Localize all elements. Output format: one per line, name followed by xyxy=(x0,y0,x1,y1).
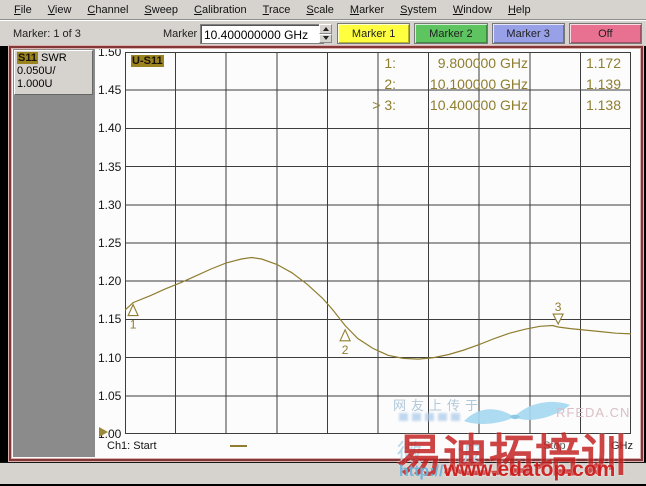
trace-format: SWR xyxy=(41,52,67,64)
y-tick-label: 1.30 xyxy=(98,197,122,212)
menu-item-trace[interactable]: Trace xyxy=(255,2,299,18)
menu-item-window[interactable]: Window xyxy=(445,2,500,18)
y-tick-label: 1.05 xyxy=(98,388,122,403)
marker-frequency-stepper xyxy=(319,24,332,43)
marker-readout-table: 1: 9.800000 GHz 1.172 2: 10.100000 GHz 1.139 >… xyxy=(358,55,621,118)
trace-param-chip: S11 xyxy=(17,52,38,64)
readout-value: 1.138 xyxy=(585,97,621,113)
readout-frequency: 10.400000 GHz xyxy=(429,97,528,113)
vna-app-screen: File View Channel Sweep Calibration Trace Scal… xyxy=(0,0,646,486)
y-tick-label: 1.20 xyxy=(98,274,122,289)
marker-frequency-input[interactable] xyxy=(200,24,324,44)
toolbar-button-marker-2[interactable]: Marker 2 xyxy=(414,23,488,44)
reference-level-arrow-icon xyxy=(99,427,108,437)
menu-item-view[interactable]: View xyxy=(40,2,80,18)
trace-scale: 0.050U/ xyxy=(17,65,56,77)
menu-item-help[interactable]: Help xyxy=(500,2,539,18)
menu-item-file[interactable]: File xyxy=(6,2,40,18)
readout-value: 1.139 xyxy=(585,76,621,92)
menu-item-system[interactable]: System xyxy=(392,2,445,18)
marker-readout-row: 2: 10.100000 GHz 1.139 xyxy=(358,76,621,97)
y-tick-label: 1.50 xyxy=(98,45,122,59)
channel-start-label: Ch1: Start xyxy=(107,440,157,452)
readout-value: 1.172 xyxy=(585,55,621,71)
svg-text:3: 3 xyxy=(555,300,562,314)
readout-frequency: 9.800000 GHz xyxy=(437,55,528,71)
trace-marker-3[interactable]: 3 xyxy=(552,300,565,326)
toolbar-button-marker-1[interactable]: Marker 1 xyxy=(337,23,411,44)
y-tick-label: 1.15 xyxy=(98,312,122,327)
menu-item-scale[interactable]: Scale xyxy=(298,2,342,18)
status-bar: Status CH 1: S11 C 1-Port xyxy=(0,462,646,484)
stepper-down-button[interactable] xyxy=(319,33,332,43)
readout-marker-number: 2: xyxy=(384,76,396,92)
y-tick-label: 1.35 xyxy=(98,159,122,174)
menu-item-sweep[interactable]: Sweep xyxy=(136,2,186,18)
stepper-up-button[interactable] xyxy=(319,24,332,34)
trace-sidebar xyxy=(13,49,95,457)
menu-item-calibration[interactable]: Calibration xyxy=(186,2,255,18)
menu-bar: File View Channel Sweep Calibration Trace Scal… xyxy=(0,0,646,20)
toolbar-button-off[interactable]: Off xyxy=(568,23,642,44)
svg-text:2: 2 xyxy=(342,343,349,357)
svg-text:1: 1 xyxy=(130,318,137,332)
marker-readout-row: 1: 9.800000 GHz 1.172 xyxy=(358,55,621,76)
y-tick-label: 1.45 xyxy=(98,83,122,98)
y-tick-label: 1.40 xyxy=(98,121,122,136)
y-tick-label: 1.10 xyxy=(98,350,122,365)
channel-stop-unit: GHz xyxy=(611,440,633,452)
up-arrow-icon xyxy=(322,26,329,31)
y-tick-label: 1.25 xyxy=(98,236,122,250)
menu-item-marker[interactable]: Marker xyxy=(342,2,392,18)
readout-marker-number: > 3: xyxy=(372,97,396,113)
readout-marker-number: 1: xyxy=(384,55,396,71)
trace-marker-1[interactable]: 1 xyxy=(127,303,139,332)
readout-frequency: 10.100000 GHz xyxy=(429,76,528,92)
marker-readout-row: > 3: 10.400000 GHz 1.138 xyxy=(358,97,621,118)
channel-stop-label: Stop xyxy=(543,440,566,452)
menu-item-channel[interactable]: Channel xyxy=(79,2,136,18)
marker-toolbar: Marker: 1 of 3 Marker 3 Marker 1Marker 2… xyxy=(0,20,646,46)
toolbar-button-marker-3[interactable]: Marker 3 xyxy=(491,23,565,44)
trace-info-box[interactable]: S11 SWR 0.050U/ 1.000U xyxy=(14,50,93,95)
down-arrow-icon xyxy=(322,36,329,41)
marker-status-label: Marker: 1 of 3 xyxy=(13,28,81,40)
sweep-indicator-dash xyxy=(230,445,247,447)
trace-reference: 1.000U xyxy=(17,78,53,90)
active-trace-label: U-S11 xyxy=(131,55,164,67)
marker-button-group: Marker 1 Marker 2 Marker 3 Off xyxy=(337,23,642,44)
trace-marker-2[interactable]: 2 xyxy=(339,328,351,357)
